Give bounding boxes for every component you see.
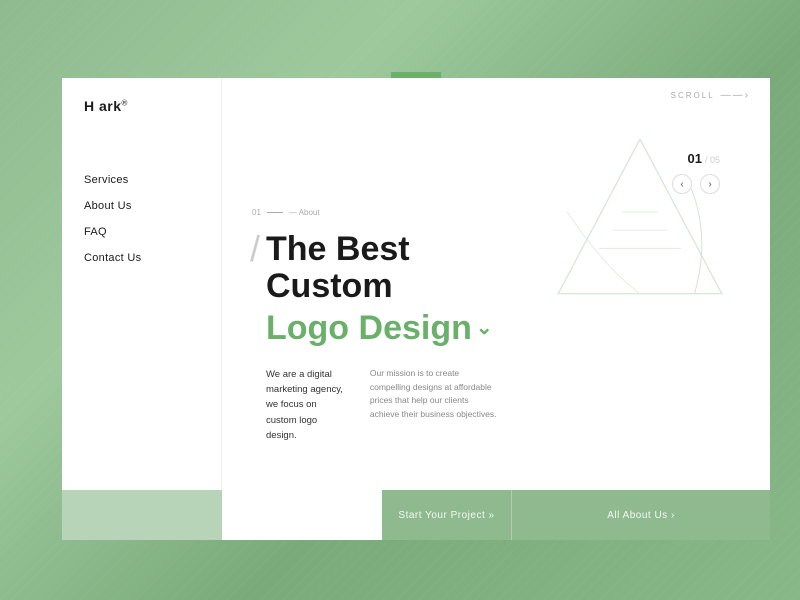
cta-start-label: Start Your Project » (398, 510, 494, 521)
hero-right-decoration: 01 / 05 ‹ › (520, 111, 740, 540)
bottom-green-block (62, 490, 222, 540)
hero-description: We are a digital marketing agency, we fo… (252, 367, 500, 443)
prev-button[interactable]: ‹ (672, 174, 692, 194)
hero-left: 01 — About The Best Custom Logo Design ⌄… (252, 111, 520, 540)
content-area: Scroll ——› / 01 — About The Best Custom … (222, 78, 770, 540)
main-card: H ark® Services About Us FAQ Contact Us … (62, 78, 770, 540)
nav-item-services[interactable]: Services (84, 174, 199, 186)
hero-section: / 01 — About The Best Custom Logo Design… (222, 101, 770, 540)
navigation: Services About Us FAQ Contact Us (62, 174, 221, 264)
desc-right: Our mission is to create compelling desi… (370, 367, 500, 443)
scroll-arrow-icon: ——› (721, 90, 750, 101)
sidebar: H ark® Services About Us FAQ Contact Us … (62, 78, 222, 540)
cta-bar: Start Your Project » All About Us › (382, 490, 770, 540)
chevron-down-icon[interactable]: ⌄ (476, 317, 493, 339)
desc-left: We are a digital marketing agency, we fo… (266, 367, 350, 443)
nav-item-contact[interactable]: Contact Us (84, 252, 199, 264)
content-top: Scroll ——› (222, 78, 770, 101)
breadcrumb-line (267, 212, 283, 213)
slash-decoration: / (250, 231, 260, 267)
page-controls: ‹ › (672, 174, 720, 194)
scroll-indicator[interactable]: Scroll ——› (671, 90, 750, 101)
cta-about-us[interactable]: All About Us › (512, 490, 770, 540)
logo: H ark® (62, 98, 221, 114)
nav-item-faq[interactable]: FAQ (84, 226, 199, 238)
page-counter: 01 / 05 (688, 151, 720, 166)
hero-title-line1: The Best Custom (252, 231, 500, 306)
next-button[interactable]: › (700, 174, 720, 194)
nav-item-about[interactable]: About Us (84, 200, 199, 212)
cta-start-project[interactable]: Start Your Project » (382, 490, 512, 540)
pagination: 01 / 05 ‹ › (672, 151, 720, 194)
hero-title-line2: Logo Design ⌄ (252, 310, 500, 347)
cta-about-label: All About Us › (607, 510, 675, 521)
breadcrumb: 01 — About (252, 208, 500, 217)
